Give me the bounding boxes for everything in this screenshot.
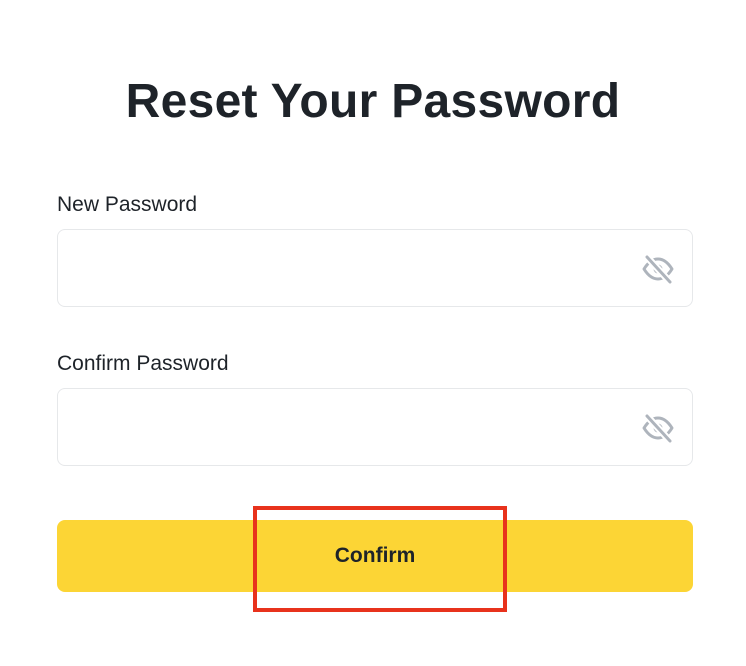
eye-slash-icon[interactable] [640, 252, 676, 286]
confirm-password-label: Confirm Password [57, 352, 229, 375]
confirm-password-input[interactable] [74, 389, 634, 465]
confirm-button[interactable]: Confirm [57, 520, 693, 592]
new-password-field[interactable] [57, 229, 693, 307]
page-title: Reset Your Password [125, 75, 621, 128]
eye-slash-icon[interactable] [640, 411, 676, 445]
confirm-password-field[interactable] [57, 388, 693, 466]
new-password-input[interactable] [74, 230, 634, 306]
new-password-label: New Password [57, 193, 198, 216]
